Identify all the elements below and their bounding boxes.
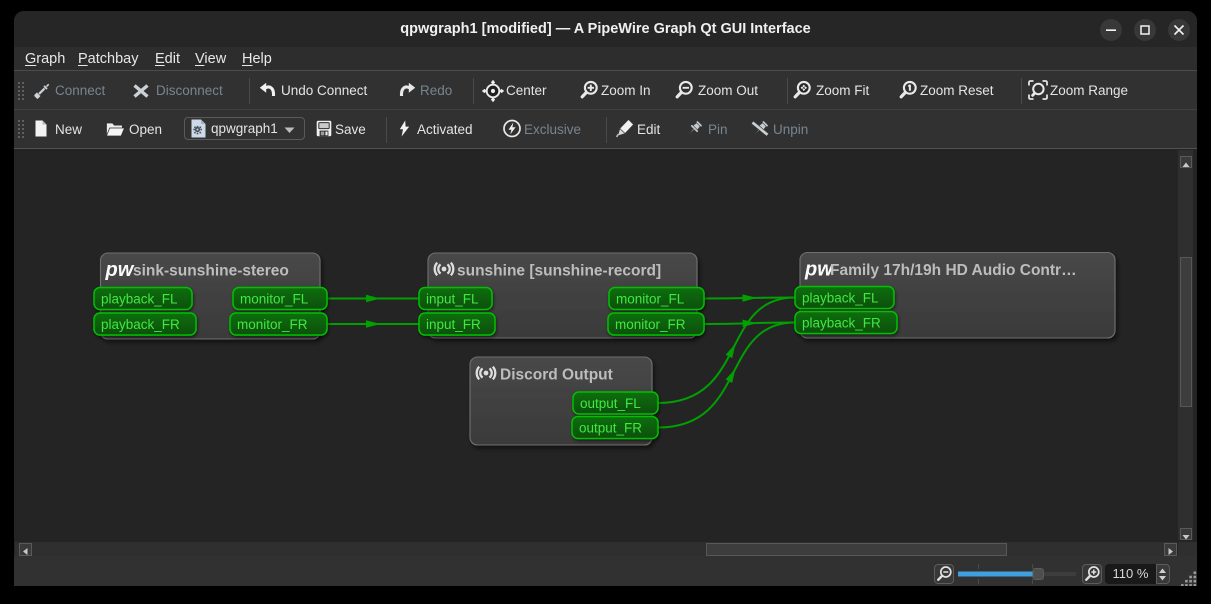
svg-text:playback_FL: playback_FL <box>802 291 879 306</box>
svg-text:input_FL: input_FL <box>426 292 479 307</box>
svg-text:monitor_FR: monitor_FR <box>237 317 308 332</box>
svg-text:monitor_FL: monitor_FL <box>240 292 309 307</box>
svg-text:playback_FL: playback_FL <box>101 292 178 307</box>
svg-text:output_FR: output_FR <box>579 421 642 436</box>
svg-text:pw: pw <box>105 259 135 281</box>
svg-text:monitor_FR: monitor_FR <box>615 317 686 332</box>
svg-text:output_FL: output_FL <box>580 396 641 411</box>
svg-text:sink-sunshine-stereo: sink-sunshine-stereo <box>133 263 289 280</box>
svg-text:input_FR: input_FR <box>426 317 481 332</box>
svg-text:monitor_FL: monitor_FL <box>616 292 685 307</box>
svg-text:Family 17h/19h HD Audio Contr…: Family 17h/19h HD Audio Contr… <box>830 262 1077 279</box>
svg-text:playback_FR: playback_FR <box>802 316 881 331</box>
svg-text:sunshine [sunshine-record]: sunshine [sunshine-record] <box>457 263 661 280</box>
svg-text:playback_FR: playback_FR <box>101 317 180 332</box>
svg-text:Discord Output: Discord Output <box>500 367 613 384</box>
